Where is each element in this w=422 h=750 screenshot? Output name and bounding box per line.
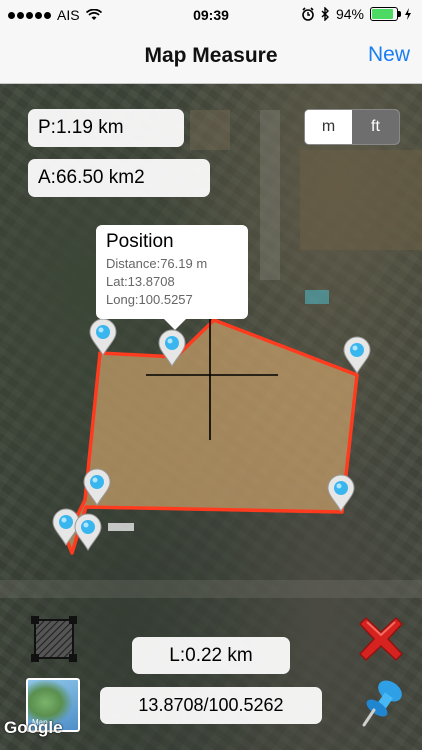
close-x-icon[interactable] bbox=[356, 614, 406, 664]
alarm-icon bbox=[302, 7, 314, 21]
callout-title: Position bbox=[106, 231, 174, 252]
unit-ft-button[interactable]: ft bbox=[352, 110, 399, 144]
pin-marker[interactable] bbox=[74, 513, 102, 551]
battery-percent: 94% bbox=[335, 6, 364, 22]
callout-distance: Distance:76.19 m bbox=[106, 256, 208, 271]
measure-polygon[interactable] bbox=[64, 318, 359, 555]
new-button[interactable]: New bbox=[368, 43, 410, 67]
status-bar: AIS 09:39 94% bbox=[0, 0, 422, 30]
unit-segmented-control[interactable]: m ft bbox=[304, 109, 400, 145]
building-block bbox=[190, 110, 230, 150]
pin-marker[interactable] bbox=[343, 336, 371, 374]
bluetooth-icon bbox=[321, 7, 329, 21]
page-title: Map Measure bbox=[144, 44, 278, 67]
building-row bbox=[260, 110, 280, 280]
perimeter-label: P:1.19 km bbox=[28, 109, 184, 147]
battery-icon bbox=[370, 7, 401, 21]
callout-long: Long:100.5257 bbox=[106, 292, 193, 307]
google-attribution: Google bbox=[4, 718, 63, 737]
field-area bbox=[300, 150, 422, 250]
position-callout: Position Distance:76.19 m Lat:13.8708 Lo… bbox=[96, 225, 248, 330]
pool bbox=[305, 290, 329, 304]
callout-lat: Lat:13.8708 bbox=[106, 274, 175, 289]
area-label: A:66.50 km2 bbox=[28, 159, 210, 197]
road bbox=[0, 580, 422, 598]
coordinates-label: 13.8708/100.5262 bbox=[100, 687, 322, 724]
length-label: L:0.22 km bbox=[132, 637, 290, 674]
polygon-draw-icon[interactable] bbox=[29, 614, 79, 664]
charging-icon bbox=[405, 8, 411, 20]
status-right: 94% bbox=[301, 6, 412, 22]
unit-m-button[interactable]: m bbox=[305, 110, 352, 144]
pushpin-icon[interactable] bbox=[360, 678, 408, 728]
building-white bbox=[108, 523, 134, 531]
nav-bar: Map Measure New bbox=[0, 30, 422, 84]
pin-marker[interactable] bbox=[89, 318, 117, 356]
